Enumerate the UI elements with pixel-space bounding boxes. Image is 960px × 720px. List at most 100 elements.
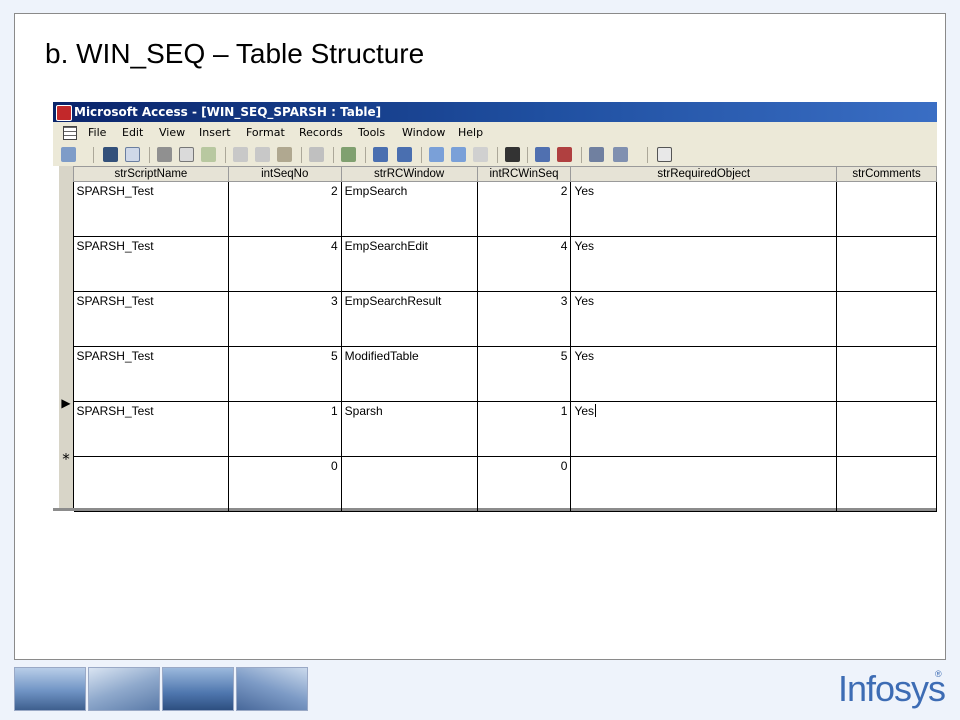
new-record-indicator[interactable]: * xyxy=(59,450,73,502)
column-header[interactable]: strRCWindow xyxy=(340,166,478,182)
table-cell[interactable]: 0 xyxy=(228,456,342,512)
slide: b. WIN_SEQ – Table Structure Microsoft A… xyxy=(14,13,946,660)
menu-view[interactable]: View xyxy=(159,126,185,139)
table-cell[interactable]: 0 xyxy=(477,456,572,512)
cell-text: Yes xyxy=(574,404,595,418)
record-selector[interactable] xyxy=(59,235,73,287)
menu-records[interactable]: Records xyxy=(299,126,343,139)
delete-record-icon[interactable] xyxy=(557,147,572,162)
current-record-indicator[interactable]: ▶ xyxy=(59,396,73,448)
table-cell[interactable] xyxy=(836,236,937,292)
table-cell[interactable] xyxy=(341,456,478,512)
access-window: Microsoft Access - [WIN_SEQ_SPARSH : Tab… xyxy=(53,102,937,645)
window-title: Microsoft Access - [WIN_SEQ_SPARSH : Tab… xyxy=(74,105,382,119)
table-cell[interactable]: Yes xyxy=(570,236,838,292)
table-cell[interactable]: Yes xyxy=(570,181,838,237)
column-header[interactable]: strScriptName xyxy=(73,166,229,182)
data-table: strScriptName intSeqNo strRCWindow intRC… xyxy=(73,166,937,512)
table-cell[interactable]: Sparsh xyxy=(341,401,478,457)
column-header[interactable]: strRequiredObject xyxy=(570,166,838,182)
find-icon[interactable] xyxy=(505,147,520,162)
table-cell[interactable] xyxy=(73,456,229,512)
table-cell[interactable]: SPARSH_Test xyxy=(73,346,229,402)
filter-by-selection-icon[interactable] xyxy=(429,147,444,162)
undo-icon[interactable] xyxy=(309,147,324,162)
print-preview-icon[interactable] xyxy=(179,147,194,162)
table-cell[interactable]: SPARSH_Test xyxy=(73,236,229,292)
record-selector-column: ▶ * xyxy=(59,166,74,508)
new-record-icon[interactable] xyxy=(535,147,550,162)
spelling-icon[interactable] xyxy=(201,147,216,162)
record-selector[interactable] xyxy=(59,341,73,393)
print-icon[interactable] xyxy=(157,147,172,162)
paste-icon[interactable] xyxy=(277,147,292,162)
menu-edit[interactable]: Edit xyxy=(122,126,143,139)
table-cell[interactable] xyxy=(836,291,937,347)
datasheet: ▶ * strScriptName intSeqNo strRCWindow i… xyxy=(53,166,937,512)
sort-ascending-icon[interactable] xyxy=(373,147,388,162)
slide-title: b. WIN_SEQ – Table Structure xyxy=(45,38,425,69)
table-cell[interactable]: 1 xyxy=(477,401,572,457)
sort-descending-icon[interactable] xyxy=(397,147,412,162)
campus-photo-thumbnail xyxy=(14,667,86,711)
table-control-icon[interactable] xyxy=(63,126,77,140)
view-icon[interactable] xyxy=(61,147,76,162)
hyperlink-icon[interactable] xyxy=(341,147,356,162)
table-cell[interactable] xyxy=(836,346,937,402)
table-cell[interactable]: EmpSearchResult xyxy=(341,291,478,347)
database-window-icon[interactable] xyxy=(589,147,604,162)
interior-photo-thumbnail xyxy=(162,667,234,711)
infosys-logo: Infosys xyxy=(838,668,946,709)
table-cell[interactable]: 4 xyxy=(228,236,342,292)
table-cell[interactable]: 2 xyxy=(477,181,572,237)
record-selector[interactable] xyxy=(59,182,73,234)
cut-icon[interactable] xyxy=(233,147,248,162)
save-icon[interactable] xyxy=(103,147,118,162)
table-cell[interactable]: 2 xyxy=(228,181,342,237)
menu-help[interactable]: Help xyxy=(458,126,483,139)
new-object-icon[interactable] xyxy=(613,147,628,162)
table-cell[interactable] xyxy=(836,456,937,512)
menu-window[interactable]: Window xyxy=(402,126,445,139)
table-row: SPARSH_Test 3 EmpSearchResult 3 Yes xyxy=(73,291,937,347)
table-cell[interactable]: EmpSearchEdit xyxy=(341,236,478,292)
table-cell[interactable]: ModifiedTable xyxy=(341,346,478,402)
table-cell[interactable]: 4 xyxy=(477,236,572,292)
table-cell[interactable] xyxy=(570,456,838,512)
search-icon[interactable] xyxy=(125,147,140,162)
copy-icon[interactable] xyxy=(255,147,270,162)
table-cell[interactable] xyxy=(836,401,937,457)
help-icon[interactable] xyxy=(657,147,672,162)
filter-by-form-icon[interactable] xyxy=(451,147,466,162)
menu-tools[interactable]: Tools xyxy=(358,126,385,139)
table-cell[interactable]: 1 xyxy=(228,401,342,457)
table-cell[interactable]: Yes xyxy=(570,346,838,402)
window-titlebar: Microsoft Access - [WIN_SEQ_SPARSH : Tab… xyxy=(53,102,937,122)
table-row-new: 0 0 xyxy=(73,456,937,512)
apply-filter-icon[interactable] xyxy=(473,147,488,162)
menu-bar: File Edit View Insert Format Records Too… xyxy=(53,122,937,144)
table-cell[interactable]: SPARSH_Test xyxy=(73,181,229,237)
menu-insert[interactable]: Insert xyxy=(199,126,231,139)
record-selector[interactable] xyxy=(59,288,73,340)
menu-format[interactable]: Format xyxy=(246,126,285,139)
column-header[interactable]: intSeqNo xyxy=(227,166,342,182)
access-app-icon[interactable] xyxy=(56,105,72,121)
column-header[interactable]: strComments xyxy=(836,166,937,182)
table-cell[interactable]: SPARSH_Test xyxy=(73,401,229,457)
table-cell[interactable]: Yes xyxy=(570,291,838,347)
toolbar xyxy=(53,144,937,167)
table-cell[interactable] xyxy=(836,181,937,237)
table-row-current: SPARSH_Test 1 Sparsh 1 Yes xyxy=(73,401,937,457)
table-cell[interactable]: 5 xyxy=(477,346,572,402)
table-cell[interactable]: 5 xyxy=(228,346,342,402)
table-row: SPARSH_Test 2 EmpSearch 2 Yes xyxy=(73,181,937,237)
table-cell[interactable]: EmpSearch xyxy=(341,181,478,237)
table-row: SPARSH_Test 5 ModifiedTable 5 Yes xyxy=(73,346,937,402)
menu-file[interactable]: File xyxy=(88,126,106,139)
table-cell-editing[interactable]: Yes xyxy=(570,401,838,457)
column-header[interactable]: intRCWinSeq xyxy=(476,166,572,182)
table-cell[interactable]: 3 xyxy=(477,291,572,347)
table-cell[interactable]: 3 xyxy=(228,291,342,347)
table-cell[interactable]: SPARSH_Test xyxy=(73,291,229,347)
